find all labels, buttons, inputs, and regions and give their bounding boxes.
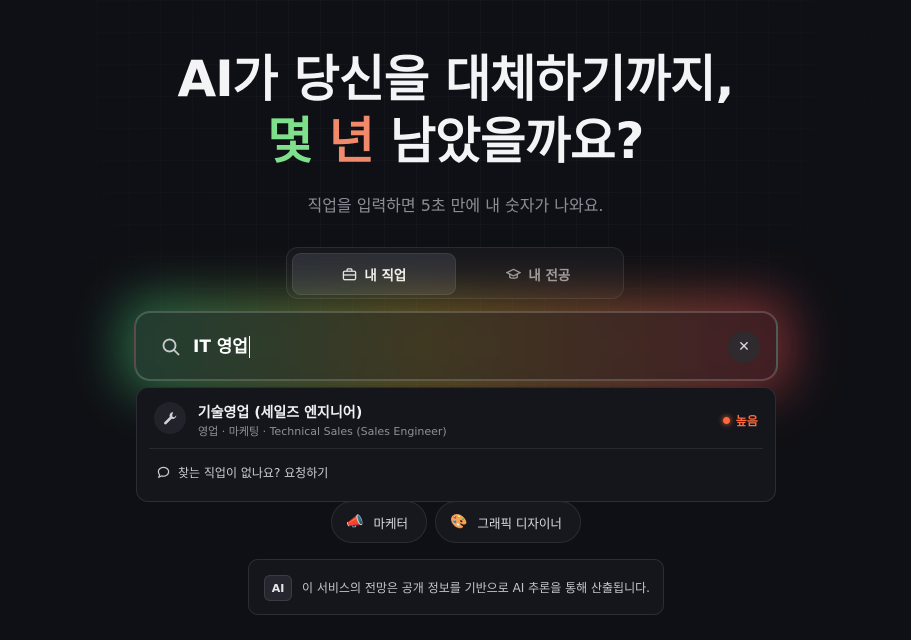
- request-job-label: 찾는 직업이 없나요? 요청하기: [178, 466, 329, 480]
- risk-level-badge: 높음: [722, 412, 758, 429]
- graduation-cap-icon: [505, 268, 521, 279]
- chat-bubble-icon: [157, 466, 170, 479]
- search-field[interactable]: IT 영업 ✕: [134, 311, 778, 381]
- suggestion-chip-graphic-designer[interactable]: 🎨 그래픽 디자이너: [435, 501, 581, 543]
- palette-icon: 🎨: [450, 514, 468, 530]
- search-input[interactable]: IT 영업: [193, 336, 251, 358]
- suggestion-label: 그래픽 디자이너: [477, 515, 562, 531]
- megaphone-icon: 📣: [346, 514, 364, 530]
- divider: [149, 448, 763, 449]
- tab-my-major-label: 내 전공: [528, 268, 571, 284]
- subtitle: 직업을 입력하면 5초 만에 내 숫자가 나와요.: [307, 196, 604, 215]
- clear-search-button[interactable]: ✕: [728, 331, 760, 363]
- briefcase-icon: [342, 267, 356, 280]
- search-results-dropdown: 기술영업 (세일즈 엔지니어) 영업 · 마케팅 · Technical Sal…: [136, 387, 776, 502]
- request-job-link[interactable]: 찾는 직업이 없나요? 요청하기: [157, 464, 328, 481]
- ai-badge: AI: [264, 575, 292, 601]
- risk-dot-icon: [722, 417, 730, 424]
- title-line-2-rest: 남았을까요?: [390, 112, 644, 170]
- risk-level-label: 높음: [735, 414, 758, 428]
- result-item[interactable]: 기술영업 (세일즈 엔지니어) 영업 · 마케팅 · Technical Sal…: [137, 388, 775, 448]
- suggestion-label: 마케터: [373, 515, 408, 531]
- ai-disclaimer: AI 이 서비스의 전망은 공개 정보를 기반으로 AI 추론을 통해 산출됩니…: [248, 559, 664, 615]
- title-highlight-1: 몇: [267, 112, 314, 170]
- search-icon: [162, 338, 180, 356]
- title-line-1: AI가 당신을 대체하기까지,: [177, 50, 734, 108]
- title-highlight-2: 년: [328, 112, 375, 170]
- tab-my-major[interactable]: 내 전공: [456, 253, 620, 295]
- result-title: 기술영업 (세일즈 엔지니어): [198, 405, 363, 421]
- page-title: AI가 당신을 대체하기까지, 몇 년 남았을까요?: [0, 48, 911, 172]
- mode-tabs: 내 직업 내 전공: [286, 247, 624, 299]
- tab-my-job[interactable]: 내 직업: [292, 253, 456, 295]
- suggestion-chip-marketer[interactable]: 📣 마케터: [331, 501, 427, 543]
- result-category: 영업 · 마케팅 · Technical Sales (Sales Engine…: [198, 425, 447, 438]
- title-line-2: 몇 년 남았을까요?: [0, 110, 911, 172]
- tab-my-job-label: 내 직업: [364, 268, 407, 284]
- close-icon: ✕: [738, 339, 750, 355]
- wrench-icon: [154, 402, 186, 434]
- disclaimer-text: 이 서비스의 전망은 공개 정보를 기반으로 AI 추론을 통해 산출됩니다.: [302, 581, 650, 595]
